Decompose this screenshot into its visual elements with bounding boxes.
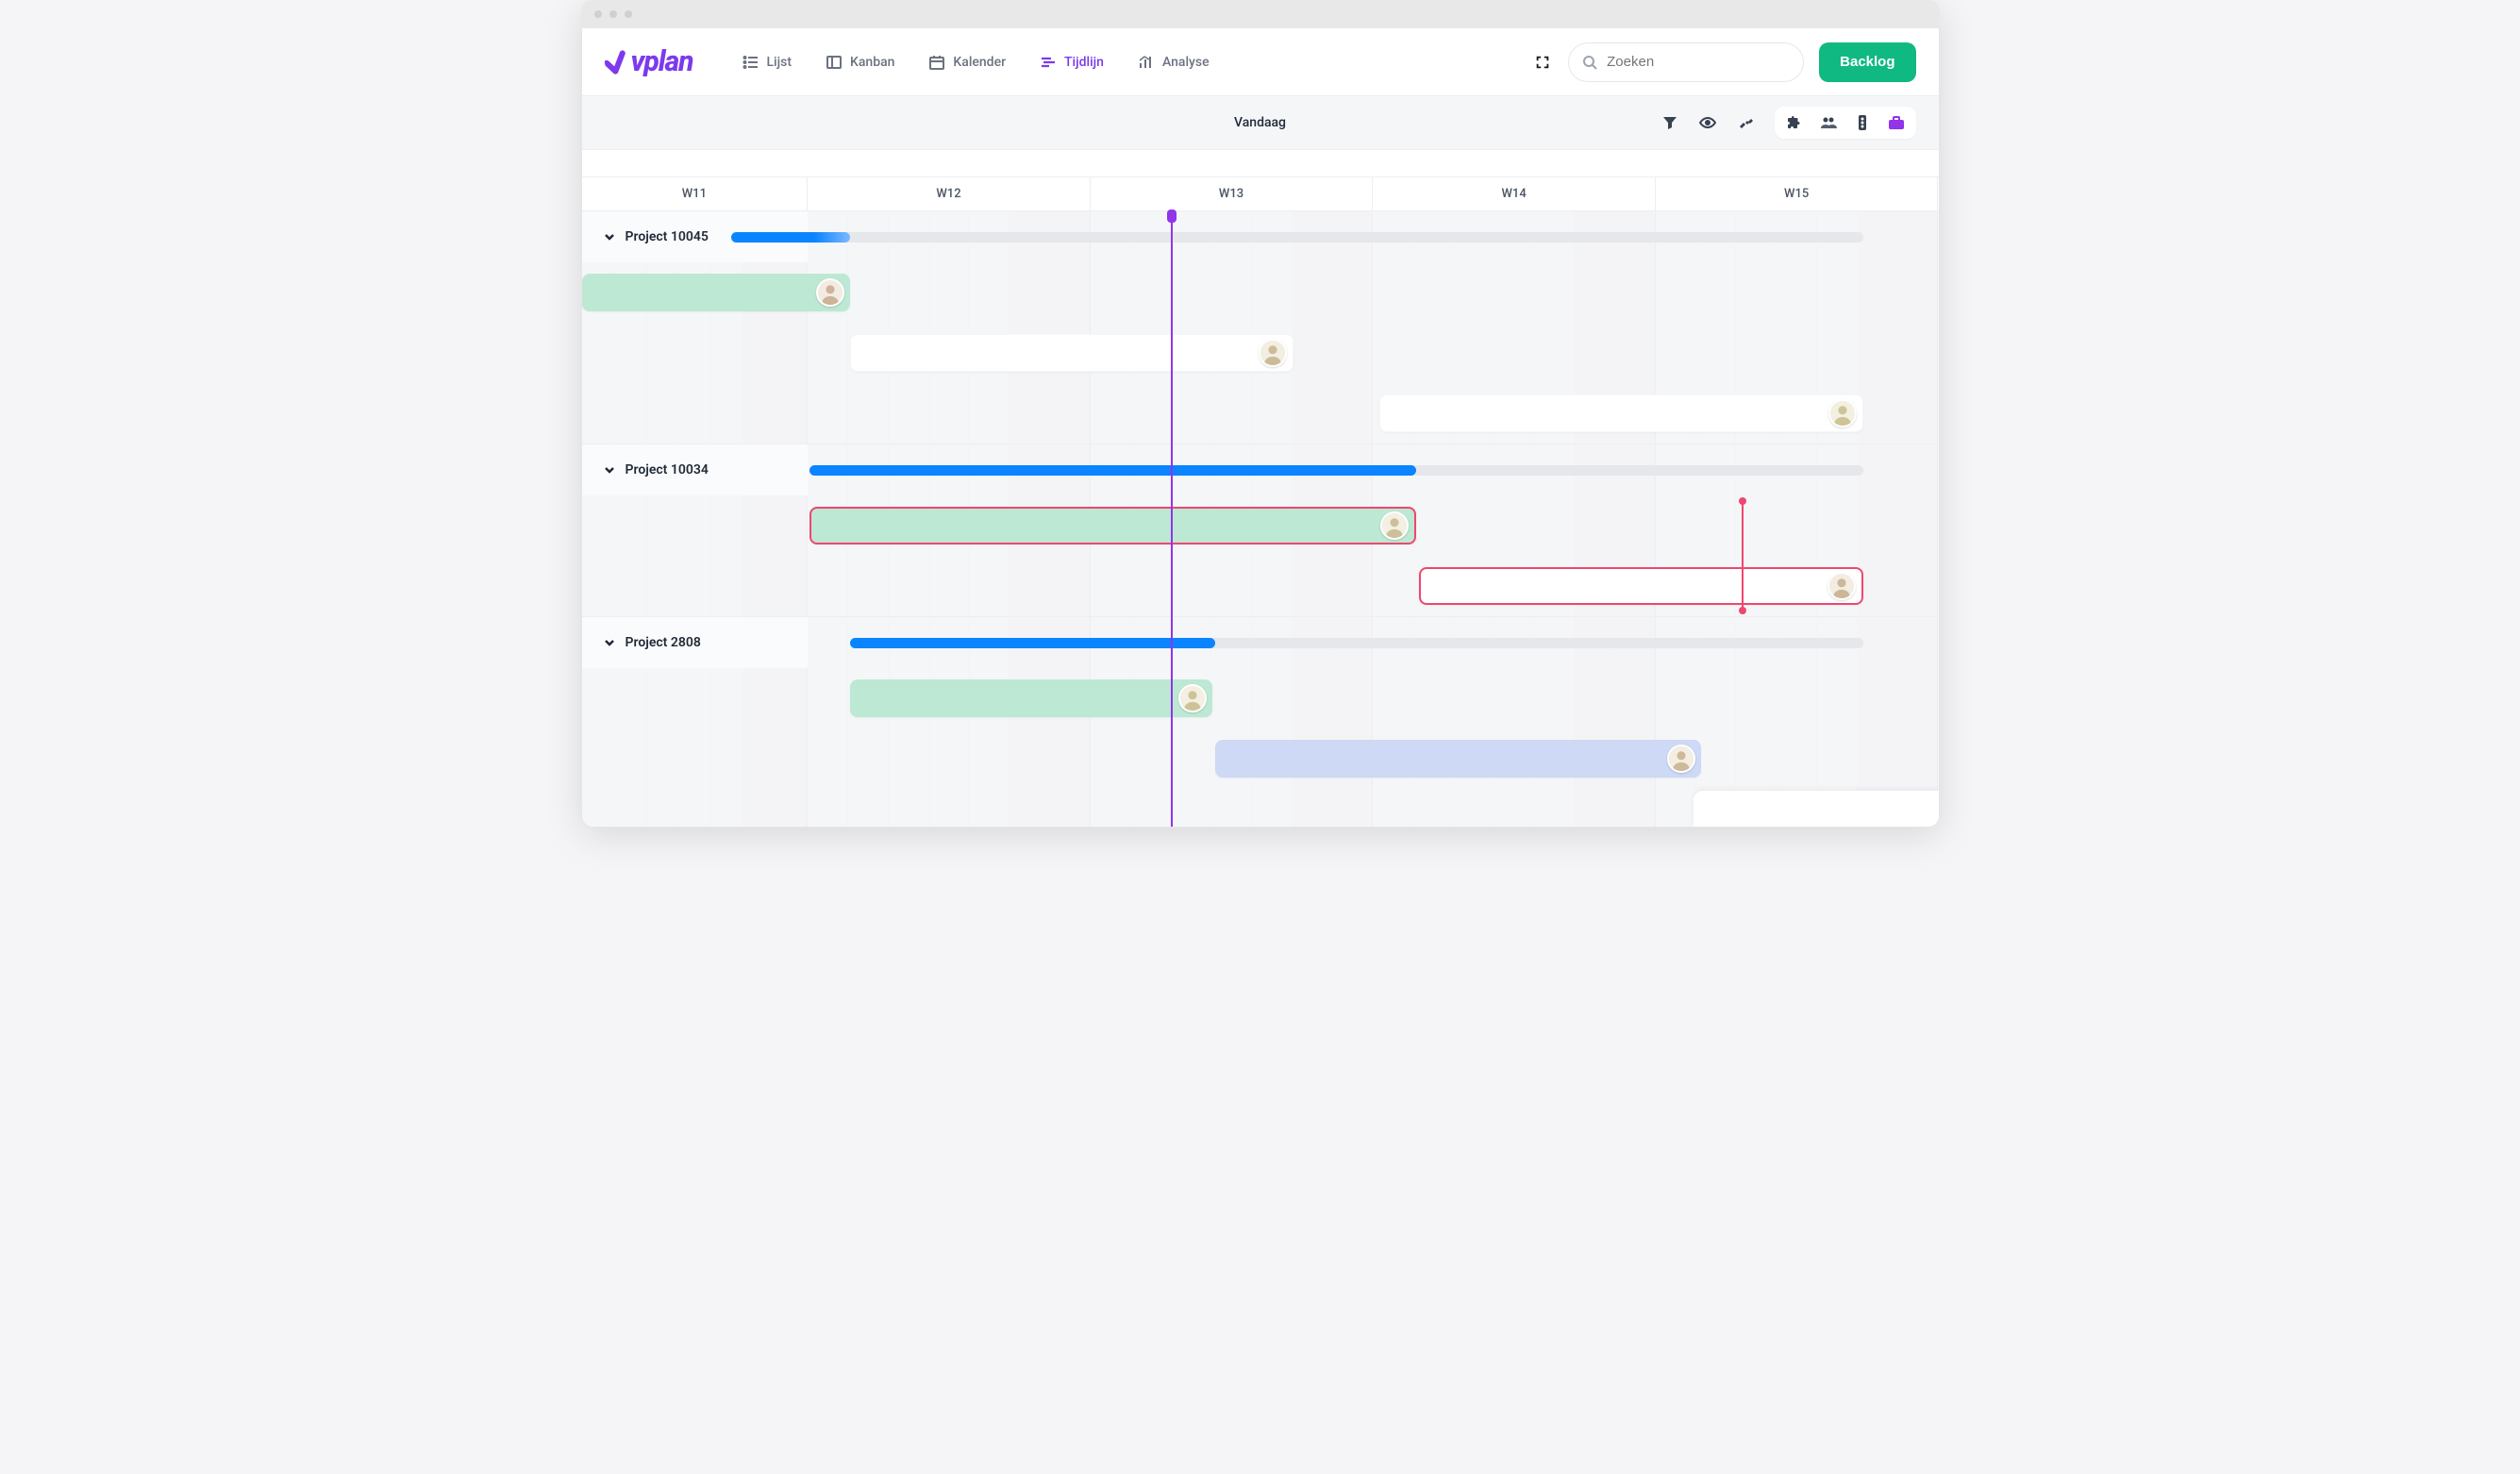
window-dot [625,10,632,18]
task-row [582,729,1939,789]
nav-tabs: Lijst Kanban Kalender Tijdlijn Analyse [739,48,1213,76]
week-column: W14 [1373,177,1656,210]
fullscreen-button[interactable] [1532,52,1553,73]
nav-tab-kalender[interactable]: Kalender [925,48,1010,76]
kanban-icon [826,54,843,71]
search-input[interactable] [1607,54,1794,70]
logo-text: vplan [631,45,693,78]
task-row [582,323,1939,383]
nav-label: Kalender [953,55,1006,70]
blank-strip [582,149,1939,177]
progress-fill [731,232,851,243]
task-row [582,668,1939,729]
task-bar[interactable] [1419,567,1864,605]
window-dot [594,10,602,18]
task-row [582,495,1939,556]
project-name: Project 2808 [626,635,701,650]
timeline-body[interactable]: Project 10045 Project 10034 Project 2808 [582,211,1939,827]
avatar[interactable] [1828,399,1857,427]
progress-fill [809,465,1416,476]
browser-chrome [581,0,1940,28]
deadline-marker [1742,501,1744,611]
tools-icon[interactable] [1737,114,1754,131]
progress-track [809,465,1863,476]
nav-tab-lijst[interactable]: Lijst [739,48,796,76]
task-bar[interactable] [850,679,1212,717]
avatar[interactable] [816,278,844,307]
nav-label: Lijst [767,55,793,70]
chevron-down-icon [603,230,616,243]
search-icon [1582,55,1597,70]
backlog-button[interactable]: Backlog [1819,42,1915,82]
project-name: Project 10045 [626,229,709,244]
chevron-down-icon [603,463,616,477]
sub-toolbar: Vandaag [582,96,1939,149]
calendar-icon [928,54,945,71]
task-row [582,556,1939,616]
nav-tab-analyse[interactable]: Analyse [1134,48,1213,76]
task-bar[interactable] [809,507,1416,544]
filter-icon[interactable] [1661,114,1678,131]
nav-label: Analyse [1162,55,1210,70]
search-field[interactable] [1568,42,1804,82]
task-bar[interactable] [1215,740,1701,778]
people-icon[interactable] [1820,114,1837,131]
task-bar[interactable] [850,334,1293,372]
task-row [582,383,1939,444]
week-column: W15 [1656,177,1939,210]
progress-fill [850,638,1215,648]
nav-tab-tijdlijn[interactable]: Tijdlijn [1036,48,1108,76]
week-column: W12 [808,177,1091,210]
nav-label: Tijdlijn [1064,55,1104,70]
avatar[interactable] [1259,339,1287,367]
avatar[interactable] [1827,572,1856,600]
week-column: W13 [1091,177,1374,210]
progress-track [731,232,1864,243]
list-icon [743,54,759,71]
task-bar[interactable] [1379,394,1863,432]
project-name: Project 10034 [626,462,709,477]
week-column: W11 [582,177,809,210]
today-line [1171,211,1173,827]
task-bar[interactable] [582,274,851,311]
avatar[interactable] [1380,511,1409,540]
view-mode-group [1775,107,1916,139]
chart-icon [1138,54,1155,71]
today-label[interactable]: Vandaag [1234,115,1286,130]
top-header: vplan Lijst Kanban Kalender Tijdlijn [582,28,1939,96]
task-row [582,262,1939,323]
nav-label: Kanban [850,55,894,70]
logo: vplan [605,45,693,78]
traffic-light-icon[interactable] [1854,114,1871,131]
nav-tab-kanban[interactable]: Kanban [822,48,898,76]
puzzle-icon[interactable] [1786,114,1803,131]
progress-track [850,638,1863,648]
avatar[interactable] [1667,745,1695,773]
bottom-panel[interactable] [1694,791,1939,827]
eye-icon[interactable] [1699,114,1716,131]
avatar[interactable] [1178,684,1207,712]
timeline-icon [1040,54,1057,71]
window-dot [609,10,617,18]
chevron-down-icon [603,636,616,649]
timeline-area: W11W12W13W14W15 Project 10045 Project 10… [582,177,1939,827]
briefcase-icon[interactable] [1888,114,1905,131]
logo-check-icon [603,47,636,84]
week-header: W11W12W13W14W15 [582,177,1939,211]
timeline-rows: Project 10045 Project 10034 Project 2808 [582,211,1939,789]
